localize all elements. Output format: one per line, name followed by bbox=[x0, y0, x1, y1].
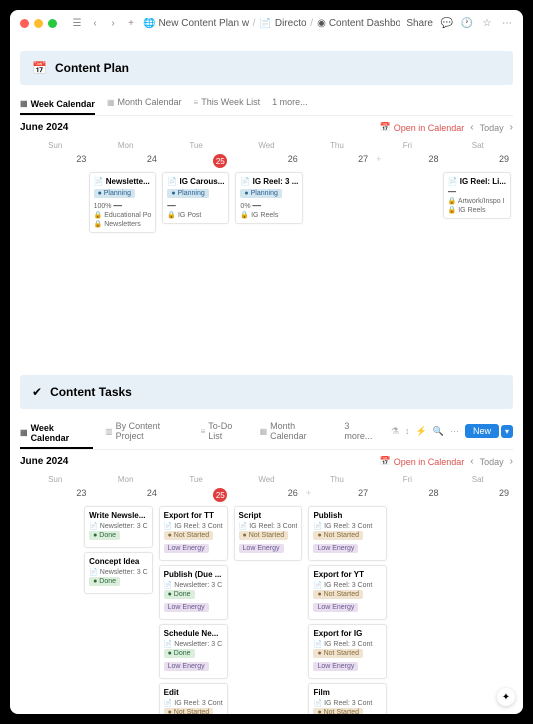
star-icon[interactable]: ☆ bbox=[481, 17, 493, 29]
more-icon[interactable]: ⋯ bbox=[450, 426, 459, 437]
task-card[interactable]: Publish📄 IG Reel: 3 Cont● Not StartedLow… bbox=[308, 506, 386, 561]
task-card[interactable]: Schedule Ne...📄 Newsletter: 3 C● DoneLow… bbox=[159, 624, 228, 679]
next-week[interactable]: › bbox=[510, 456, 513, 467]
breadcrumb-item-1[interactable]: 📄Directory bbox=[259, 18, 306, 29]
back-icon[interactable]: ‹ bbox=[89, 17, 101, 29]
plan-card[interactable]: 📄 IG Carous... ● Planning ━━ 🔒 IG Post bbox=[162, 172, 229, 224]
add-event[interactable]: + bbox=[376, 154, 381, 164]
share-button[interactable]: Share bbox=[406, 18, 433, 29]
task-card[interactable]: Export for IG📄 IG Reel: 3 Cont● Not Star… bbox=[308, 624, 386, 679]
tasks-cards: Write Newsle...📄 Newsletter: 3 C● DoneCo… bbox=[20, 504, 513, 714]
ai-assist-button[interactable]: ✦ bbox=[497, 688, 515, 706]
open-in-calendar[interactable]: 📅 Open in Calendar bbox=[380, 122, 465, 133]
tab-more[interactable]: 1 more... bbox=[272, 93, 308, 111]
tab-week-calendar[interactable]: ▦Week Calendar bbox=[20, 95, 95, 115]
sort-icon[interactable]: ↕ bbox=[405, 426, 410, 436]
task-card[interactable]: Concept Idea📄 Newsletter: 3 C● Done bbox=[84, 552, 153, 594]
close-window[interactable] bbox=[20, 19, 29, 28]
tab-month-calendar[interactable]: ▦Month Calendar bbox=[107, 93, 182, 111]
section-title: Content Plan bbox=[55, 61, 129, 75]
task-card[interactable]: Publish (Due ...📄 Newsletter: 3 C● DoneL… bbox=[159, 565, 228, 620]
titlebar: ☰ ‹ › + 🌐New Content Plan with... / 📄Dir… bbox=[10, 10, 523, 36]
tasks-cal-header: June 2024 📅 Open in Calendar ‹ Today › bbox=[20, 450, 513, 473]
task-card[interactable]: Export for TT📄 IG Reel: 3 Cont● Not Star… bbox=[159, 506, 228, 561]
tab-week-calendar[interactable]: ▦Week Calendar bbox=[20, 419, 93, 449]
month-label: June 2024 bbox=[20, 122, 68, 133]
tab-more[interactable]: 3 more... bbox=[344, 417, 379, 445]
tasks-tabs: ▦Week Calendar ▥By Content Project ≡To-D… bbox=[20, 413, 513, 450]
breadcrumb: 🌐New Content Plan with... / 📄Directory /… bbox=[143, 18, 400, 29]
date-row: 23 24 25 26 27 +28 29 bbox=[20, 152, 513, 170]
new-button[interactable]: New bbox=[465, 424, 499, 438]
tab-this-week-list[interactable]: ≡This Week List bbox=[194, 93, 261, 111]
section-header-tasks: ✔ Content Tasks bbox=[20, 375, 513, 409]
task-card[interactable]: Write Newsle...📄 Newsletter: 3 C● Done bbox=[84, 506, 153, 548]
task-card[interactable]: Film📄 IG Reel: 3 Cont● Not StartedOn Cam… bbox=[308, 683, 386, 714]
sidebar-toggle-icon[interactable]: ☰ bbox=[71, 17, 83, 29]
task-card[interactable]: Edit📄 IG Reel: 3 Cont● Not StartedCreati… bbox=[159, 683, 228, 714]
plan-card[interactable]: 📄 Newslette... ● Planning 100% ━━ 🔒 Educ… bbox=[89, 172, 157, 233]
task-card[interactable]: Script📄 IG Reel: 3 Cont● Not StartedLow … bbox=[234, 506, 303, 561]
task-card[interactable]: Export for YT📄 IG Reel: 3 Cont● Not Star… bbox=[308, 565, 386, 620]
plan-card[interactable]: 📄 IG Reel: Li... ━━ 🔒 Artwork/Inspo I 🔒 … bbox=[443, 172, 511, 219]
today-button[interactable]: Today bbox=[480, 457, 504, 467]
plan-tabs: ▦Week Calendar ▦Month Calendar ≡This Wee… bbox=[20, 89, 513, 116]
plan-cal-header: June 2024 📅 Open in Calendar ‹ Today › bbox=[20, 116, 513, 139]
calendar-icon: 📅 bbox=[32, 61, 47, 75]
today-button[interactable]: Today bbox=[480, 123, 504, 133]
check-icon: ✔ bbox=[32, 385, 42, 399]
comment-icon[interactable]: 💬 bbox=[441, 17, 453, 29]
prev-week[interactable]: ‹ bbox=[470, 122, 473, 133]
plan-cards: 📄 Newslette... ● Planning 100% ━━ 🔒 Educ… bbox=[20, 170, 513, 360]
new-dropdown[interactable]: ▾ bbox=[501, 425, 513, 438]
search-icon[interactable]: 🔍 bbox=[433, 426, 444, 437]
more-icon[interactable]: ⋯ bbox=[501, 17, 513, 29]
new-tab-icon[interactable]: + bbox=[125, 17, 137, 29]
prev-week[interactable]: ‹ bbox=[470, 456, 473, 467]
traffic-lights bbox=[20, 19, 57, 28]
maximize-window[interactable] bbox=[48, 19, 57, 28]
clock-icon[interactable]: 🕐 bbox=[461, 17, 473, 29]
open-in-calendar[interactable]: 📅 Open in Calendar bbox=[380, 456, 465, 467]
breadcrumb-item-2[interactable]: ◉Content Dashboard bbox=[317, 18, 400, 29]
breadcrumb-item-0[interactable]: 🌐New Content Plan with... bbox=[143, 18, 249, 29]
section-title: Content Tasks bbox=[50, 385, 132, 399]
add-task[interactable]: + bbox=[306, 488, 311, 498]
page-content: 📅 Content Plan ▦Week Calendar ▦Month Cal… bbox=[10, 36, 523, 714]
plan-card[interactable]: 📄 IG Reel: 3 ... ● Planning 0% ━━ 🔒 IG R… bbox=[235, 172, 303, 224]
weekday-row: SunMonTueWedThuFriSat bbox=[20, 473, 513, 486]
section-header-plan: 📅 Content Plan bbox=[20, 51, 513, 85]
tab-by-project[interactable]: ▥By Content Project bbox=[105, 417, 188, 445]
month-label: June 2024 bbox=[20, 456, 68, 467]
weekday-row: SunMonTueWedThuFriSat bbox=[20, 139, 513, 152]
date-row: 23 24 25 26 +27 28 29 bbox=[20, 486, 513, 504]
next-week[interactable]: › bbox=[510, 122, 513, 133]
minimize-window[interactable] bbox=[34, 19, 43, 28]
tab-month-calendar[interactable]: ▦Month Calendar bbox=[260, 417, 333, 445]
forward-icon[interactable]: › bbox=[107, 17, 119, 29]
zap-icon[interactable]: ⚡ bbox=[416, 426, 427, 437]
tab-todo-list[interactable]: ≡To-Do List bbox=[201, 417, 248, 445]
filter-icon[interactable]: ⚗ bbox=[391, 426, 399, 437]
